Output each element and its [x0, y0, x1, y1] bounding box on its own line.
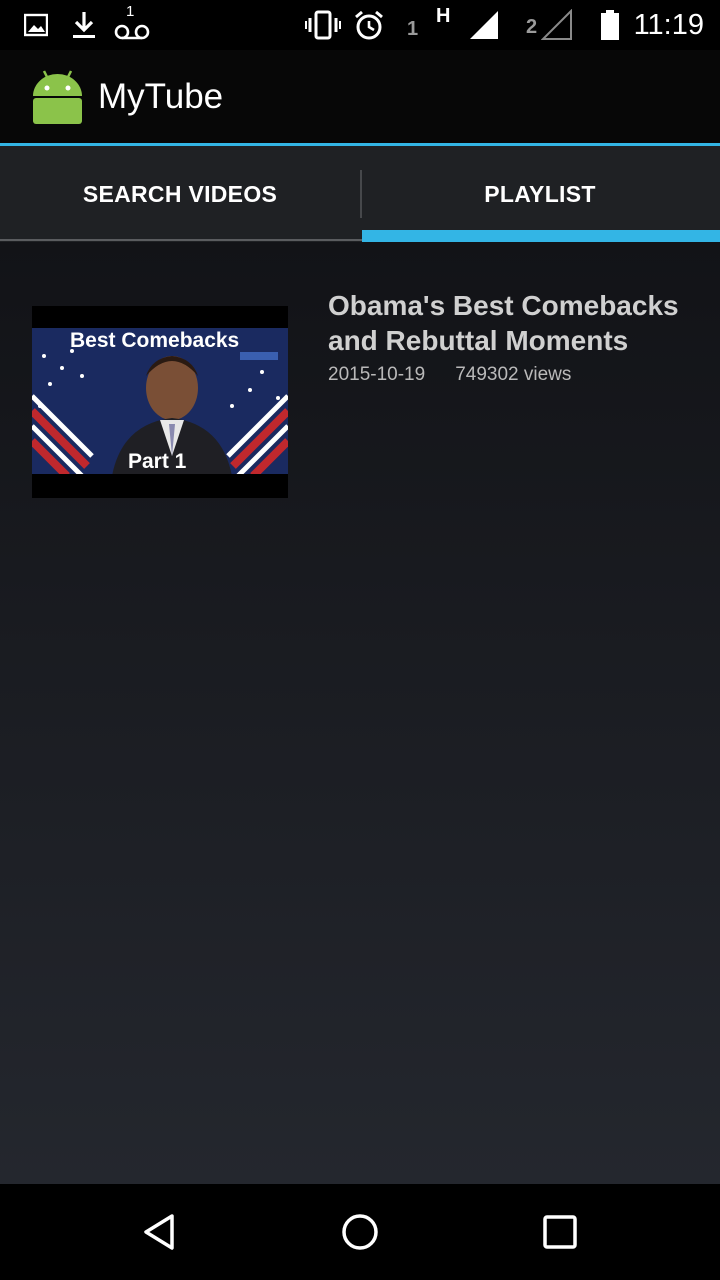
tab-playlist[interactable]: PLAYLIST [360, 146, 720, 242]
tab-selected-indicator [362, 230, 720, 242]
android-icon[interactable] [30, 68, 85, 126]
video-date: 2015-10-19 [328, 364, 426, 385]
thumbnail-headline: Best Comebacks [70, 329, 239, 352]
status-bar: 1 1 H 2 11:19 [0, 0, 720, 50]
vibrate-icon [304, 0, 342, 50]
tab-underline [0, 239, 362, 241]
thumbnail-caption: Part 1 [128, 450, 187, 473]
clock: 11:19 [633, 8, 704, 41]
battery-icon [598, 0, 622, 50]
sim1-label: 1 [407, 17, 419, 40]
app-title: MyTube [98, 76, 224, 116]
signal-empty-icon [540, 0, 574, 50]
playlist-content: Best Comebacks Part 1 Obama's Best Comeb… [0, 242, 720, 1184]
app-bar: MyTube [0, 50, 720, 143]
download-icon [70, 0, 98, 50]
recents-icon[interactable] [500, 1184, 620, 1280]
tab-label: PLAYLIST [484, 180, 596, 207]
video-thumbnail[interactable]: Best Comebacks Part 1 [32, 306, 288, 498]
video-title[interactable]: Obama's Best Comebacks and Rebuttal Mome… [328, 288, 698, 358]
voicemail-count: 1 [126, 2, 135, 20]
tab-bar: SEARCH VIDEOS PLAYLIST [0, 146, 720, 242]
image-icon [22, 0, 50, 50]
navigation-bar [0, 1184, 720, 1280]
sim2-label: 2 [526, 15, 538, 38]
video-meta: 2015-10-19 749302 views [328, 364, 571, 386]
signal-icon [466, 0, 502, 50]
home-icon[interactable] [300, 1184, 420, 1280]
tab-search-videos[interactable]: SEARCH VIDEOS [0, 146, 360, 242]
tab-label: SEARCH VIDEOS [82, 180, 278, 207]
alarm-icon [352, 0, 386, 50]
network-type: H [436, 4, 451, 27]
video-views: 749302 views [455, 364, 572, 385]
list-item[interactable]: Best Comebacks Part 1 Obama's Best Comeb… [32, 290, 692, 498]
back-icon[interactable] [100, 1184, 220, 1280]
